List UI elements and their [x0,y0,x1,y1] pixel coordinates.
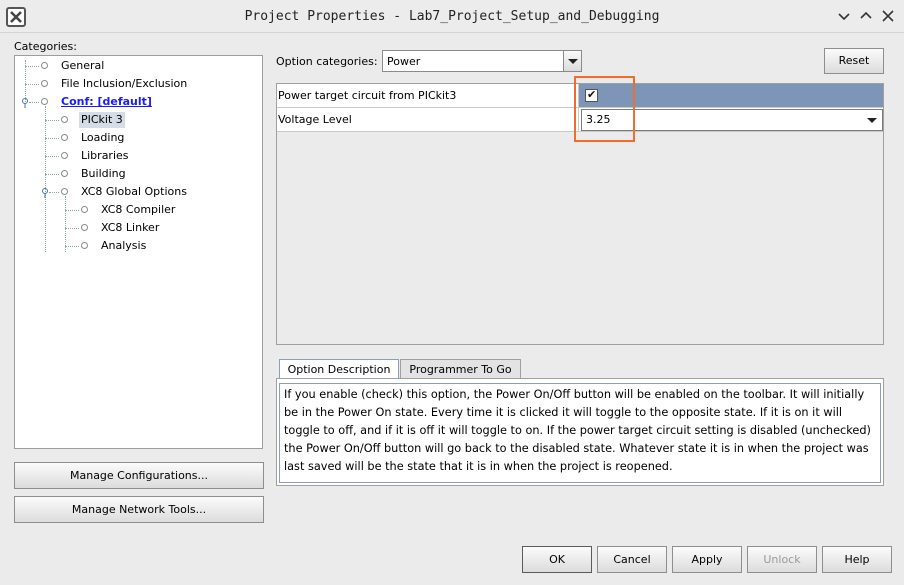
tree-node-bullet-icon [41,98,48,105]
property-name: Voltage Level [277,108,579,132]
property-name: Power target circuit from PICkit3 [277,84,579,108]
categories-tree[interactable]: General File Inclusion/Exclusion Conf: [… [14,55,263,449]
tree-item-pickit3[interactable]: PICkit 3 [79,112,125,128]
expand-toggle-icon[interactable] [41,188,49,198]
maximize-icon[interactable] [858,8,874,24]
tree-node-bullet-icon [61,116,68,123]
tree-node-bullet-icon [81,206,88,213]
ok-button[interactable]: OK [522,546,592,573]
tree-item-file-inclusion[interactable]: File Inclusion/Exclusion [61,76,187,92]
tree-node-bullet-icon [61,188,68,195]
project-properties-dialog: Categories: General File Inclusion/Exclu… [0,33,904,585]
window-title: Project Properties - Lab7_Project_Setup_… [244,9,660,24]
option-categories-value: Power [387,55,421,68]
expand-toggle-icon[interactable] [21,98,29,108]
tree-item-loading[interactable]: Loading [81,130,124,146]
tree-node-bullet-icon [81,242,88,249]
title-bar: Project Properties - Lab7_Project_Setup_… [0,0,904,33]
option-categories-label: Option categories: [276,55,378,68]
tree-node-bullet-icon [41,62,48,69]
minimize-icon[interactable] [836,8,852,24]
tree-item-libraries[interactable]: Libraries [81,148,129,164]
cancel-button[interactable]: Cancel [597,546,667,573]
tree-node-bullet-icon [81,224,88,231]
manage-configurations-button[interactable]: Manage Configurations... [14,462,264,489]
apply-button[interactable]: Apply [672,546,742,573]
tab-programmer-to-go[interactable]: Programmer To Go [400,359,521,379]
close-icon[interactable] [880,8,896,24]
reset-button[interactable]: Reset [824,48,884,74]
tree-item-xc8-linker[interactable]: XC8 Linker [101,220,159,236]
tree-item-analysis[interactable]: Analysis [101,238,146,254]
tree-item-general[interactable]: General [61,58,104,74]
unlock-button: Unlock [747,546,817,573]
categories-label: Categories: [14,40,77,53]
dropdown-arrow-icon[interactable] [563,51,581,71]
tree-node-bullet-icon [61,152,68,159]
dropdown-arrow-icon[interactable] [863,110,882,130]
manage-network-tools-button[interactable]: Manage Network Tools... [14,496,264,523]
tree-item-conf-default[interactable]: Conf: [default] [61,94,152,110]
tab-option-description[interactable]: Option Description [279,359,399,379]
tree-node-bullet-icon [61,170,68,177]
tree-item-xc8-global-options[interactable]: XC8 Global Options [81,184,187,200]
tree-item-building[interactable]: Building [81,166,126,182]
help-button[interactable]: Help [822,546,892,573]
option-categories-select[interactable]: Power [382,50,582,72]
tree-node-bullet-icon [61,134,68,141]
tree-item-xc8-compiler[interactable]: XC8 Compiler [101,202,175,218]
option-description-panel: If you enable (check) this option, the P… [276,378,884,486]
option-description-text: If you enable (check) this option, the P… [279,383,881,483]
annotation-highlight-box [574,76,635,142]
tree-node-bullet-icon [41,80,48,87]
